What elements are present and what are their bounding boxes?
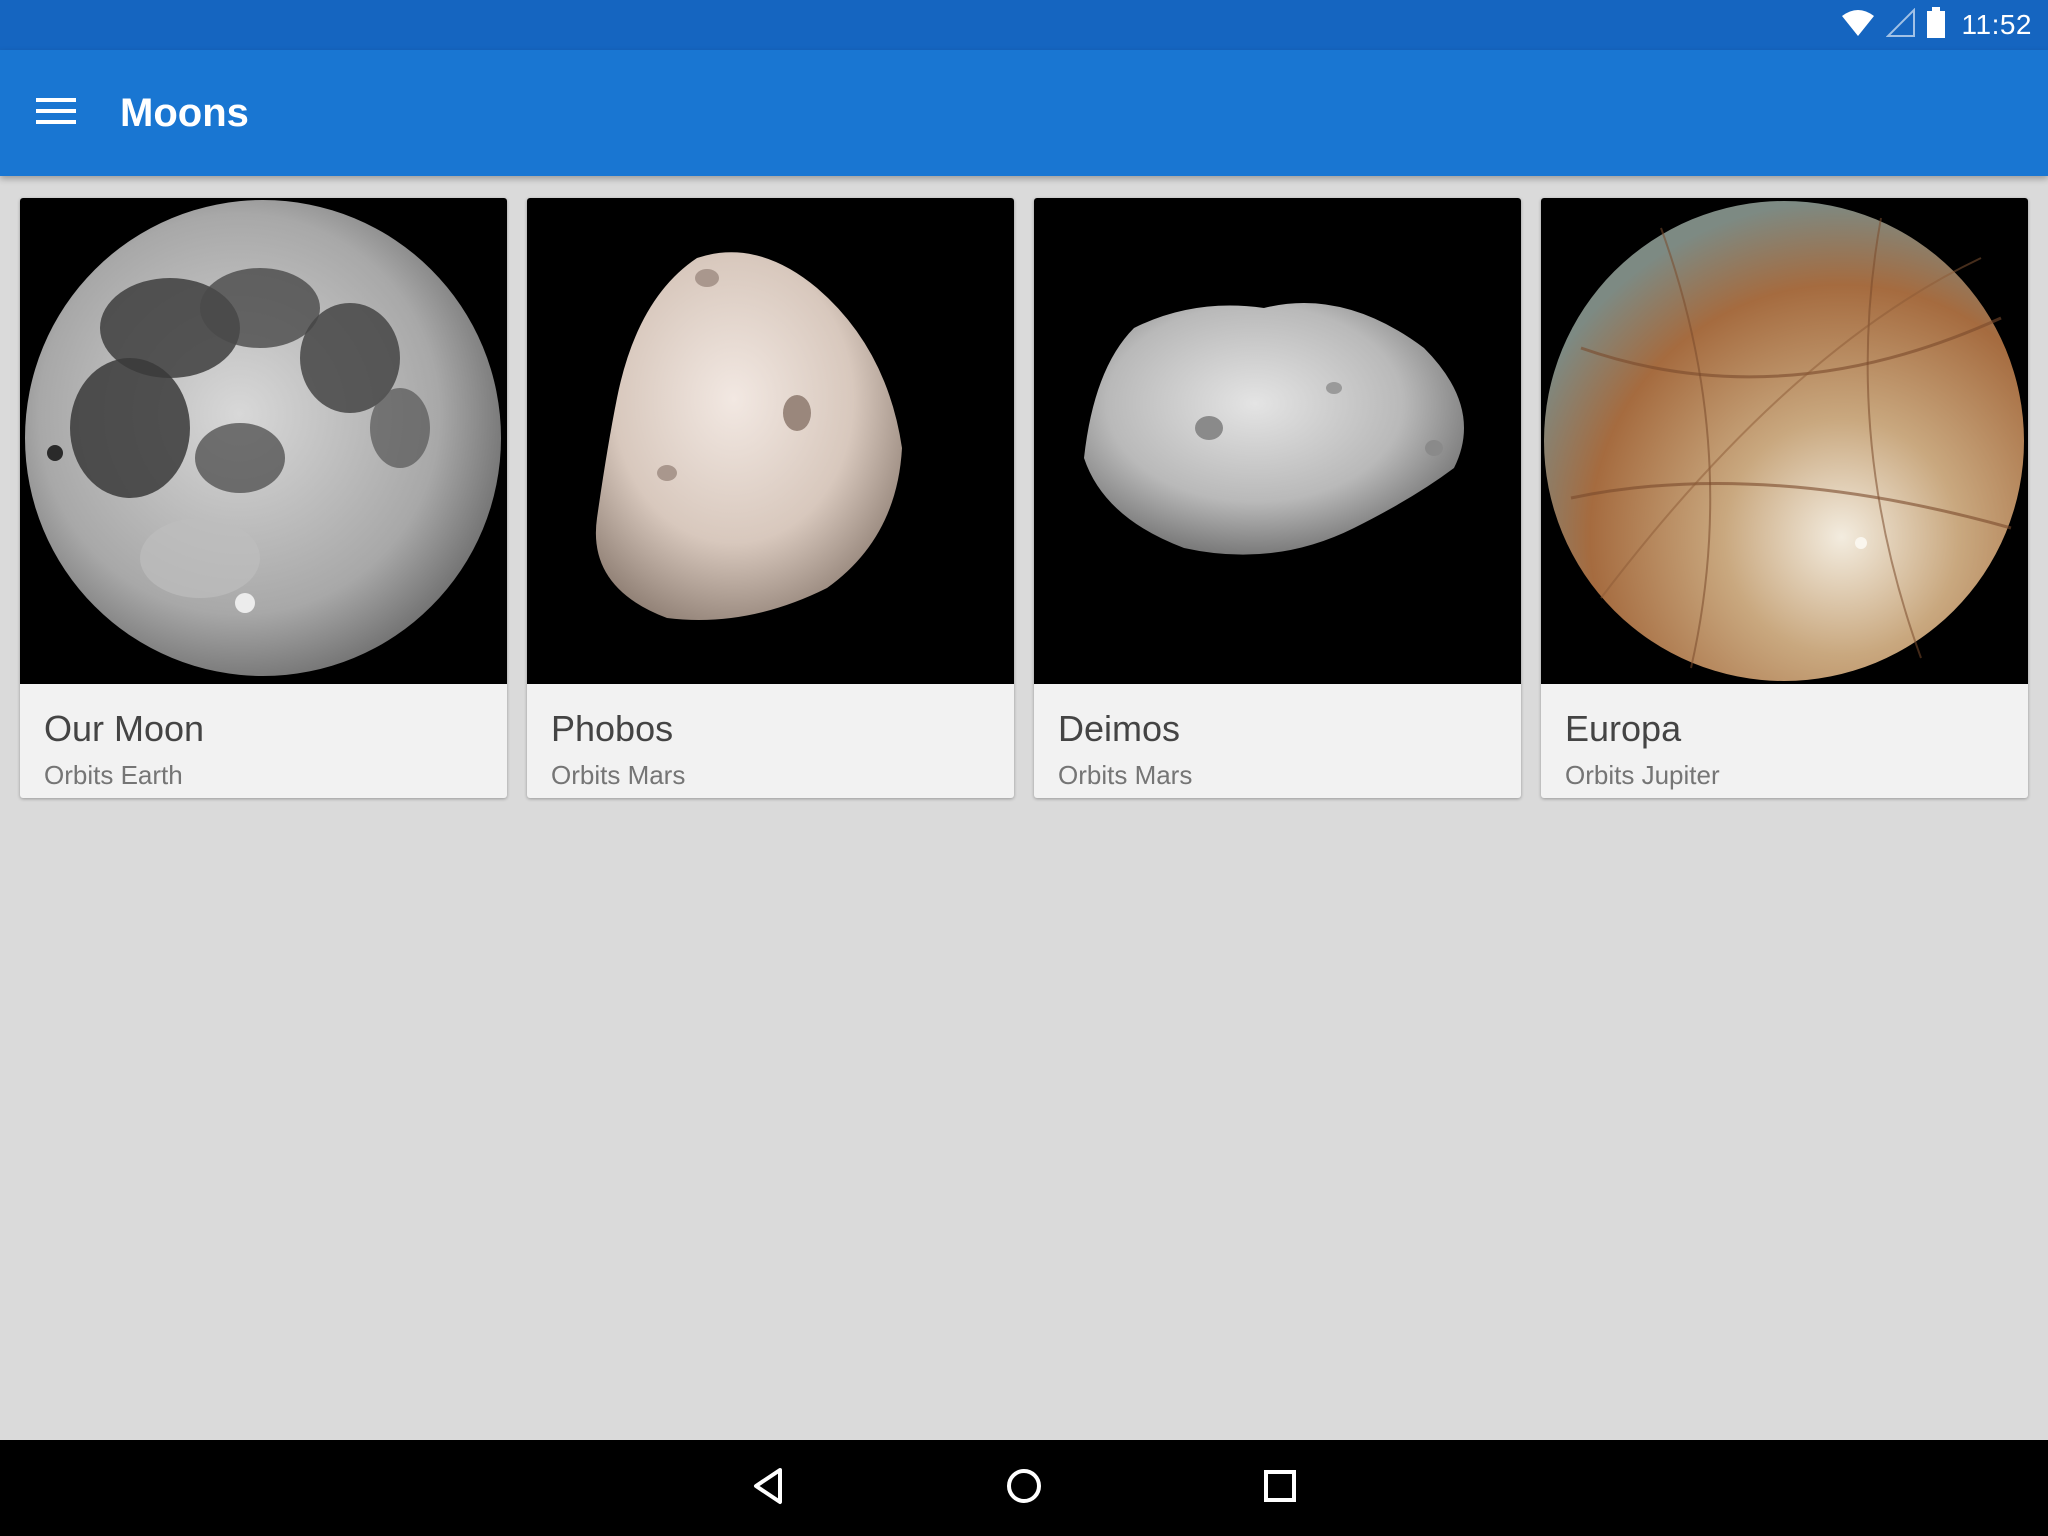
- home-icon: [1004, 1466, 1044, 1511]
- card-subtitle: Orbits Jupiter: [1565, 760, 1720, 790]
- moon-card-europa[interactable]: Europa Orbits Jupiter: [1541, 198, 2028, 798]
- hamburger-menu-icon: [36, 96, 76, 131]
- status-time: 11:52: [1961, 9, 2032, 40]
- recents-icon: [1260, 1466, 1300, 1511]
- moon-grid: Our Moon Orbits Earth Phobos Orbits Mars…: [0, 176, 2048, 1440]
- card-subtitle: Orbits Earth: [44, 760, 183, 790]
- wifi-icon: [1840, 8, 1876, 43]
- card-title: Phobos: [551, 708, 674, 749]
- europa-image: [1541, 198, 2028, 684]
- moon-card-phobos[interactable]: Phobos Orbits Mars: [527, 198, 1014, 798]
- card-title: Deimos: [1058, 708, 1181, 749]
- back-icon: [748, 1466, 788, 1511]
- deimos-image: [1034, 198, 1521, 684]
- card-subtitle: Orbits Mars: [1058, 760, 1193, 790]
- card-title: Our Moon: [44, 708, 205, 749]
- card-title: Europa: [1565, 708, 1682, 749]
- full-moon-image: [20, 198, 507, 684]
- back-button[interactable]: [738, 1458, 798, 1518]
- page-title: Moons: [120, 91, 249, 135]
- home-button[interactable]: [994, 1458, 1054, 1518]
- phobos-image: [527, 198, 1014, 684]
- moon-card-deimos[interactable]: Deimos Orbits Mars: [1034, 198, 1521, 798]
- battery-icon: [1926, 6, 1946, 44]
- cell-signal-icon: [1885, 7, 1916, 43]
- menu-button[interactable]: [20, 77, 92, 149]
- status-bar: 11:52: [0, 0, 2048, 50]
- card-subtitle: Orbits Mars: [551, 760, 686, 790]
- status-icons: 11:52: [1840, 0, 2033, 50]
- app-bar: Moons: [0, 50, 2048, 176]
- recents-button[interactable]: [1250, 1458, 1310, 1518]
- navigation-bar: [0, 1440, 2048, 1536]
- moon-card-our-moon[interactable]: Our Moon Orbits Earth: [20, 198, 507, 798]
